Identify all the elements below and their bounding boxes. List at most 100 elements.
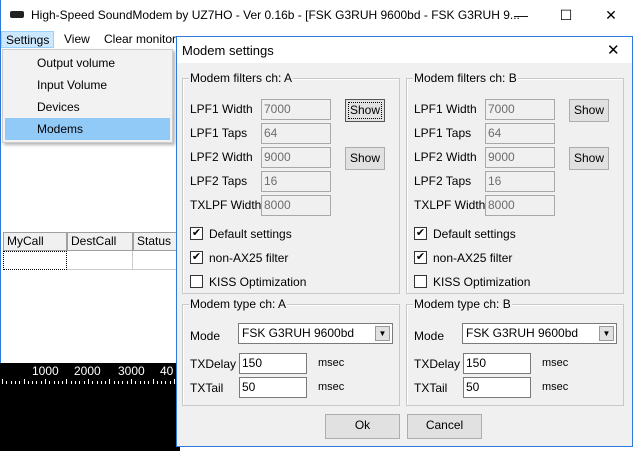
- ruler-tick: [19, 381, 20, 384]
- ruler-tick: [88, 379, 89, 384]
- show-lpf1-button[interactable]: Show: [345, 99, 385, 122]
- menu-modems[interactable]: Modems: [5, 118, 170, 140]
- ruler-tick: [6, 381, 7, 384]
- msec-unit: msec: [542, 381, 569, 393]
- txtail-input[interactable]: 50: [239, 377, 307, 398]
- group-title: Modem type ch: B: [413, 297, 512, 311]
- maximize-button[interactable]: ☐: [546, 4, 586, 26]
- ruler-tick: [161, 381, 162, 384]
- ruler-tick: [32, 381, 33, 384]
- txdelay-input[interactable]: 150: [463, 353, 531, 374]
- menu-devices[interactable]: Devices: [5, 96, 170, 118]
- txlpf-width-label: TXLPF Width: [414, 198, 486, 212]
- dialog-close-button[interactable]: ✕: [607, 41, 620, 59]
- ruler-tick: [15, 381, 16, 384]
- mode-value: FSK G3RUH 9600bd: [466, 326, 579, 340]
- minimize-button[interactable]: —: [501, 4, 541, 26]
- txtail-label: TXTail: [190, 381, 224, 395]
- non-ax25-filter-checkbox[interactable]: ✔: [190, 251, 203, 264]
- ruler-tick: [45, 379, 46, 384]
- filters-group-a: Modem filters ch: A LPF1 Width 7000 LPF1 Ta…: [182, 71, 400, 294]
- ruler-tick: [135, 381, 136, 384]
- ok-button[interactable]: Ok: [325, 414, 400, 439]
- kiss-optimization-checkbox[interactable]: [190, 275, 203, 288]
- ruler-tick: [24, 379, 25, 384]
- ruler-tick: [41, 381, 42, 384]
- txdelay-input[interactable]: 150: [239, 353, 307, 374]
- lpf2-taps-label: LPF2 Taps: [414, 174, 472, 188]
- ruler-label: 40: [160, 364, 174, 378]
- default-settings-checkbox[interactable]: ✔: [190, 227, 203, 240]
- grid-cell[interactable]: [67, 251, 133, 270]
- modem-settings-dialog: Modem settings ✕ Modem filters ch: A LPF1…: [176, 36, 633, 447]
- mode-select[interactable]: FSK G3RUH 9600bd ▼: [238, 323, 393, 344]
- show-lpf1-button[interactable]: Show: [569, 99, 609, 122]
- ruler-tick: [118, 381, 119, 384]
- close-button[interactable]: ✕: [591, 4, 631, 26]
- menu-settings[interactable]: Settings: [1, 31, 55, 48]
- lpf1-taps-label: LPF1 Taps: [414, 126, 472, 140]
- lpf1-width-input[interactable]: 7000: [261, 99, 331, 120]
- chevron-down-icon[interactable]: ▼: [599, 326, 614, 341]
- default-settings-checkbox[interactable]: ✔: [414, 227, 427, 240]
- non-ax25-filter-label: non-AX25 filter: [209, 251, 289, 265]
- default-settings-label: Default settings: [433, 227, 516, 241]
- ruler-tick: [140, 381, 141, 384]
- mode-value: FSK G3RUH 9600bd: [242, 326, 355, 340]
- ruler-tick: [148, 381, 149, 384]
- dialog-title-bar: Modem settings ✕: [177, 37, 632, 63]
- lpf2-taps-input[interactable]: 16: [485, 171, 555, 192]
- msec-unit: msec: [318, 357, 345, 369]
- settings-dropdown: Output volume Input Volume Devices Modem…: [2, 49, 173, 143]
- txdelay-label: TXDelay: [190, 357, 237, 371]
- filters-group-b: Modem filters ch: B LPF1 Width 7000 LPF1 Ta…: [406, 71, 624, 294]
- ruler-label: 3000: [118, 364, 145, 378]
- lpf1-width-label: LPF1 Width: [414, 102, 477, 116]
- ruler-tick: [131, 379, 132, 384]
- lpf1-taps-input[interactable]: 64: [485, 123, 555, 144]
- mode-select[interactable]: FSK G3RUH 9600bd ▼: [462, 323, 617, 344]
- menu-view[interactable]: View: [60, 31, 94, 48]
- column-destcall[interactable]: DestCall: [67, 232, 133, 251]
- kiss-optimization-label: KISS Optimization: [433, 275, 531, 289]
- ruler-tick: [114, 381, 115, 384]
- ruler-tick: [127, 381, 128, 384]
- lpf2-width-label: LPF2 Width: [190, 150, 253, 164]
- modem-type-group-a: Modem type ch: A Mode FSK G3RUH 9600bd ▼ TXD…: [182, 297, 400, 406]
- txlpf-width-input[interactable]: 8000: [485, 195, 555, 216]
- waterfall-ruler: 1000 2000 3000 40: [0, 363, 180, 451]
- ruler-tick: [157, 381, 158, 384]
- lpf2-width-input[interactable]: 9000: [261, 147, 331, 168]
- lpf2-width-input[interactable]: 9000: [485, 147, 555, 168]
- chevron-down-icon[interactable]: ▼: [375, 326, 390, 341]
- mode-label: Mode: [414, 329, 445, 343]
- lpf1-taps-input[interactable]: 64: [261, 123, 331, 144]
- grid-cell[interactable]: [3, 251, 67, 270]
- ruler-tick: [2, 379, 3, 384]
- ruler-tick: [36, 381, 37, 384]
- msec-unit: msec: [542, 357, 569, 369]
- ruler-tick: [97, 381, 98, 384]
- ruler-tick: [79, 381, 80, 384]
- kiss-optimization-checkbox[interactable]: [414, 275, 427, 288]
- show-lpf2-button[interactable]: Show: [569, 147, 609, 170]
- lpf2-taps-input[interactable]: 16: [261, 171, 331, 192]
- msec-unit: msec: [318, 381, 345, 393]
- ruler-tick: [101, 381, 102, 384]
- ruler-tick: [58, 381, 59, 384]
- txtail-input[interactable]: 50: [463, 377, 531, 398]
- column-mycall[interactable]: MyCall: [3, 232, 67, 251]
- cancel-button[interactable]: Cancel: [407, 414, 482, 439]
- ruler-tick: [54, 381, 55, 384]
- lpf1-taps-label: LPF1 Taps: [190, 126, 248, 140]
- mode-label: Mode: [190, 329, 221, 343]
- txlpf-width-input[interactable]: 8000: [261, 195, 331, 216]
- window-title: High-Speed SoundModem by UZ7HO - Ver 0.1…: [31, 8, 520, 22]
- menu-clear-monitor[interactable]: Clear monitor: [100, 31, 180, 48]
- menu-output-volume[interactable]: Output volume: [5, 52, 170, 74]
- txlpf-width-label: TXLPF Width: [190, 198, 262, 212]
- non-ax25-filter-checkbox[interactable]: ✔: [414, 251, 427, 264]
- lpf1-width-input[interactable]: 7000: [485, 99, 555, 120]
- menu-input-volume[interactable]: Input Volume: [5, 74, 170, 96]
- show-lpf2-button[interactable]: Show: [345, 147, 385, 170]
